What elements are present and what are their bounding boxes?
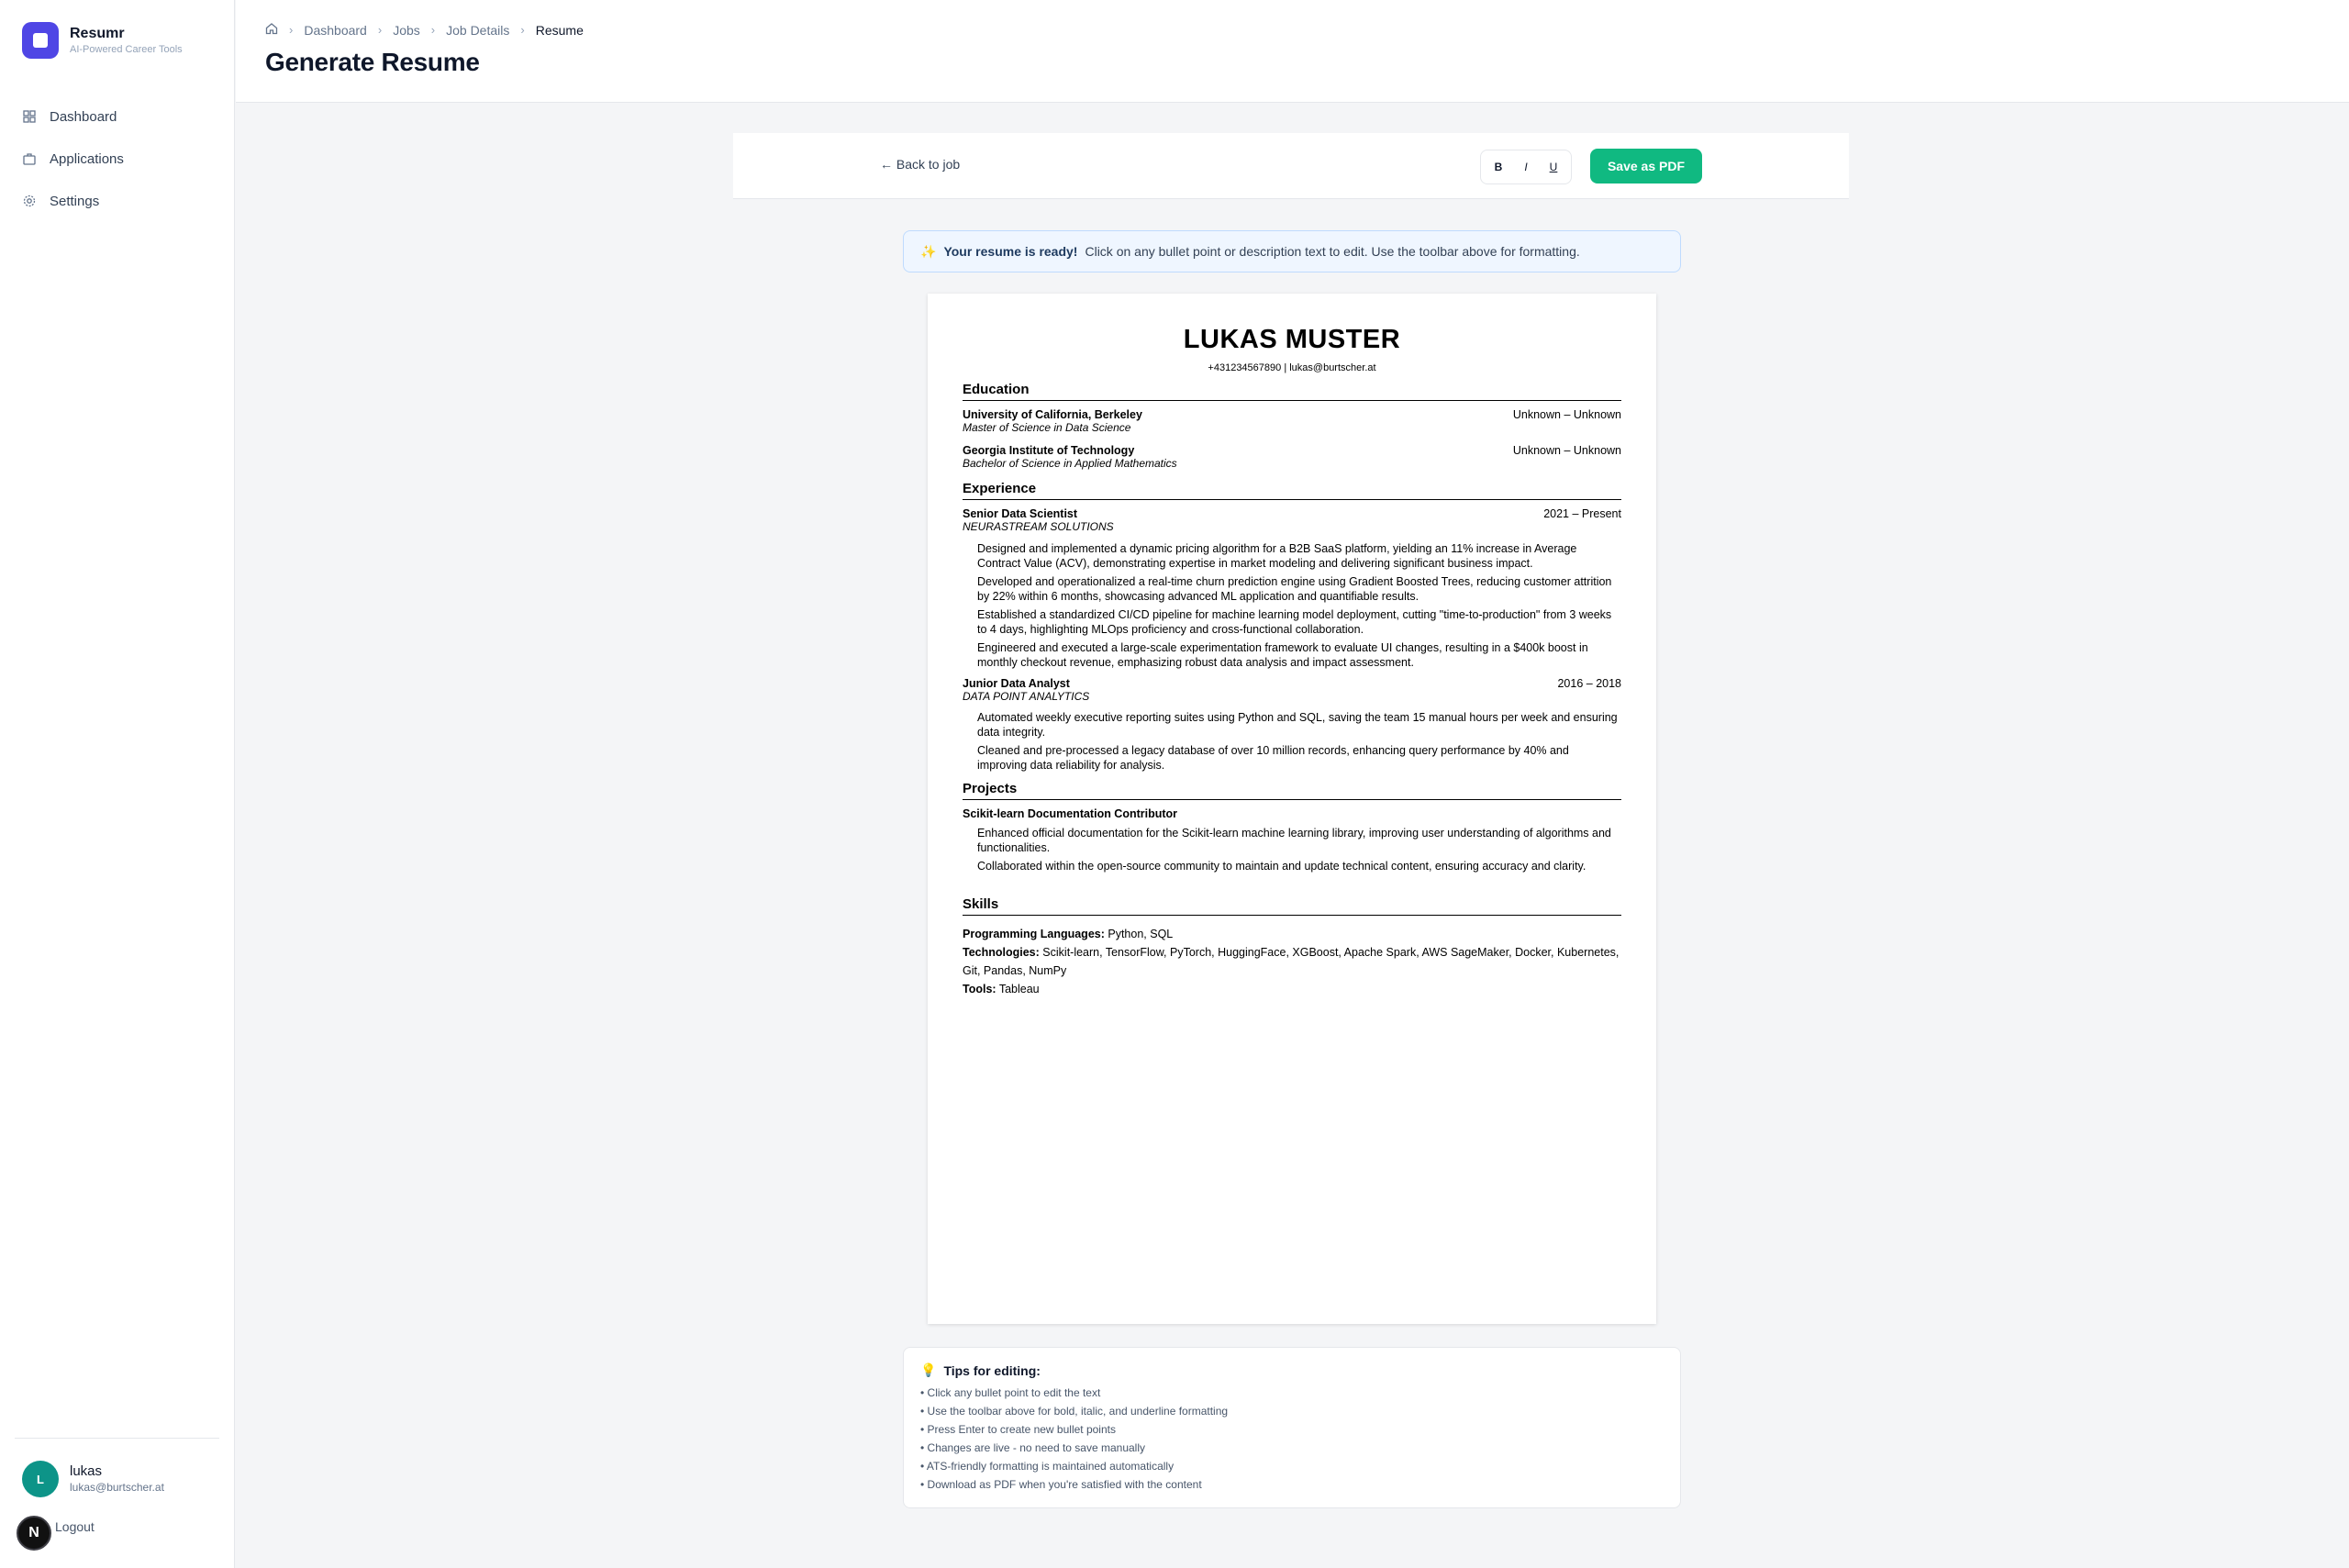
briefcase-icon [22,151,37,166]
notice-strong: Your resume is ready! [943,244,1078,259]
sidebar-nav: Dashboard Applications Settings [22,95,124,222]
education-degree: Master of Science in Data Science [963,421,1131,434]
section-projects: Projects [963,781,1621,800]
experience-company: DATA POINT ANALYTICS [963,690,1090,703]
logout-button[interactable]: Logout [55,1519,95,1534]
format-buttons: B I U [1480,150,1572,184]
bullet-point[interactable]: Enhanced official documentation for the … [977,826,1621,855]
skill-label: Technologies: [963,946,1040,959]
experience-entry[interactable]: Senior Data Scientist 2021 – Present NEU… [963,507,1621,533]
avatar: L [22,1461,59,1497]
page-header: › Dashboard › Jobs › Job Details › Resum… [236,0,2349,103]
grid-icon [22,109,37,124]
project-entry[interactable]: Scikit-learn Documentation Contributor [963,807,1621,820]
education-dates: Unknown – Unknown [1512,408,1621,421]
notice-text: Click on any bullet point or description… [1085,244,1580,259]
skill-line[interactable]: Technologies: Scikit-learn, TensorFlow, … [963,943,1621,980]
bullet-point[interactable]: Designed and implemented a dynamic prici… [977,541,1621,571]
breadcrumb-dashboard[interactable]: Dashboard [304,23,367,38]
skill-label: Tools: [963,983,996,995]
skill-value: Python, SQL [1108,928,1174,940]
chevron-right-icon: › [289,23,294,37]
ready-notice: ✨ Your resume is ready! Click on any bul… [903,230,1681,272]
experience-dates: 2021 – Present [1543,507,1621,520]
italic-button[interactable]: I [1514,155,1538,179]
skill-value: Scikit-learn, TensorFlow, PyTorch, Huggi… [963,946,1620,977]
dev-tools-badge[interactable]: N [17,1516,51,1551]
page-title: Generate Resume [265,48,480,76]
resume-name[interactable]: LUKAS MUSTER [928,325,1656,355]
tip-item: • Use the toolbar above for bold, italic… [920,1405,1229,1418]
bullet-point[interactable]: Engineered and executed a large-scale ex… [977,640,1621,670]
sparkles-icon: ✨ [920,243,937,259]
sidebar-item-label: Settings [50,193,100,209]
sidebar-item-applications[interactable]: Applications [22,138,124,180]
editing-tips: 💡 Tips for editing: • Click any bullet p… [903,1347,1681,1508]
tip-item: • Click any bullet point to edit the tex… [920,1386,1101,1399]
user-email: lukas@burtscher.at [70,1481,164,1494]
gear-icon [22,194,37,208]
bullet-point[interactable]: Automated weekly executive reporting sui… [977,710,1621,740]
chevron-right-icon: › [520,23,525,37]
skill-label: Programming Languages: [963,928,1105,940]
editor-toolbar: ← Back to job B I U Save as PDF [733,133,1849,199]
lightbulb-icon: 💡 [920,1362,937,1377]
education-entry[interactable]: University of California, Berkeley Unkno… [963,408,1621,434]
tips-heading: Tips for editing: [943,1362,1041,1378]
sidebar-item-dashboard[interactable]: Dashboard [22,95,124,138]
brand-name: Resumr [70,26,125,41]
tip-item: • Press Enter to create new bullet point… [920,1423,1116,1436]
tip-item: • Download as PDF when you're satisfied … [920,1478,1202,1491]
education-degree: Bachelor of Science in Applied Mathemati… [963,457,1177,470]
home-icon[interactable] [265,22,278,38]
tip-item: • Changes are live - no need to save man… [920,1441,1146,1454]
back-to-job-link[interactable]: ← Back to job [880,157,960,172]
skill-value: Tableau [998,983,1040,995]
save-as-pdf-button[interactable]: Save as PDF [1590,149,1702,183]
sidebar-item-label: Applications [50,150,124,167]
breadcrumb-current: Resume [535,22,584,38]
bullet-point[interactable]: Collaborated within the open-source comm… [977,859,1621,873]
tip-item: • ATS-friendly formatting is maintained … [920,1460,1174,1473]
chevron-right-icon: › [377,23,383,37]
sidebar-divider [15,1438,219,1439]
experience-entry[interactable]: Junior Data Analyst 2016 – 2018 DATA POI… [963,677,1621,703]
resume-contact[interactable]: +431234567890 | lukas@burtscher.at [928,362,1656,373]
section-experience: Experience [963,481,1621,500]
experience-title: Senior Data Scientist [963,507,1078,520]
bold-button[interactable]: B [1486,155,1510,179]
underline-button[interactable]: U [1542,155,1565,179]
user-profile[interactable]: L lukas lukas@burtscher.at [22,1461,164,1497]
education-dates: Unknown – Unknown [1512,444,1621,457]
bullet-point[interactable]: Cleaned and pre-processed a legacy datab… [977,743,1621,773]
experience-dates: 2016 – 2018 [1557,677,1621,690]
bullet-point[interactable]: Established a standardized CI/CD pipelin… [977,607,1621,637]
bullet-point[interactable]: Developed and operationalized a real-tim… [977,574,1621,604]
sidebar-item-settings[interactable]: Settings [22,180,124,222]
brand[interactable]: Resumr AI-Powered Career Tools [22,22,183,59]
section-skills: Skills [963,896,1621,916]
logo-icon [22,22,59,59]
chevron-right-icon: › [430,23,436,37]
project-title: Scikit-learn Documentation Contributor [963,807,1178,820]
brand-tagline: AI-Powered Career Tools [70,44,183,55]
user-name: lukas [70,1463,103,1479]
tips-title: 💡 Tips for editing: [920,1362,1664,1378]
experience-company: NEURASTREAM SOLUTIONS [963,520,1114,533]
education-entry[interactable]: Georgia Institute of Technology Unknown … [963,444,1621,470]
skill-line[interactable]: Programming Languages: Python, SQL [963,925,1621,943]
breadcrumb-jobs[interactable]: Jobs [393,23,420,38]
sidebar: Resumr AI-Powered Career Tools Dashboard… [0,0,235,1568]
skill-line[interactable]: Tools: Tableau [963,980,1621,998]
sidebar-item-label: Dashboard [50,108,117,125]
experience-title: Junior Data Analyst [963,677,1070,690]
breadcrumb-job-details[interactable]: Job Details [446,23,509,38]
breadcrumb: › Dashboard › Jobs › Job Details › Resum… [265,22,584,38]
resume-document: LUKAS MUSTER +431234567890 | lukas@burts… [928,294,1656,1324]
section-education: Education [963,382,1621,401]
